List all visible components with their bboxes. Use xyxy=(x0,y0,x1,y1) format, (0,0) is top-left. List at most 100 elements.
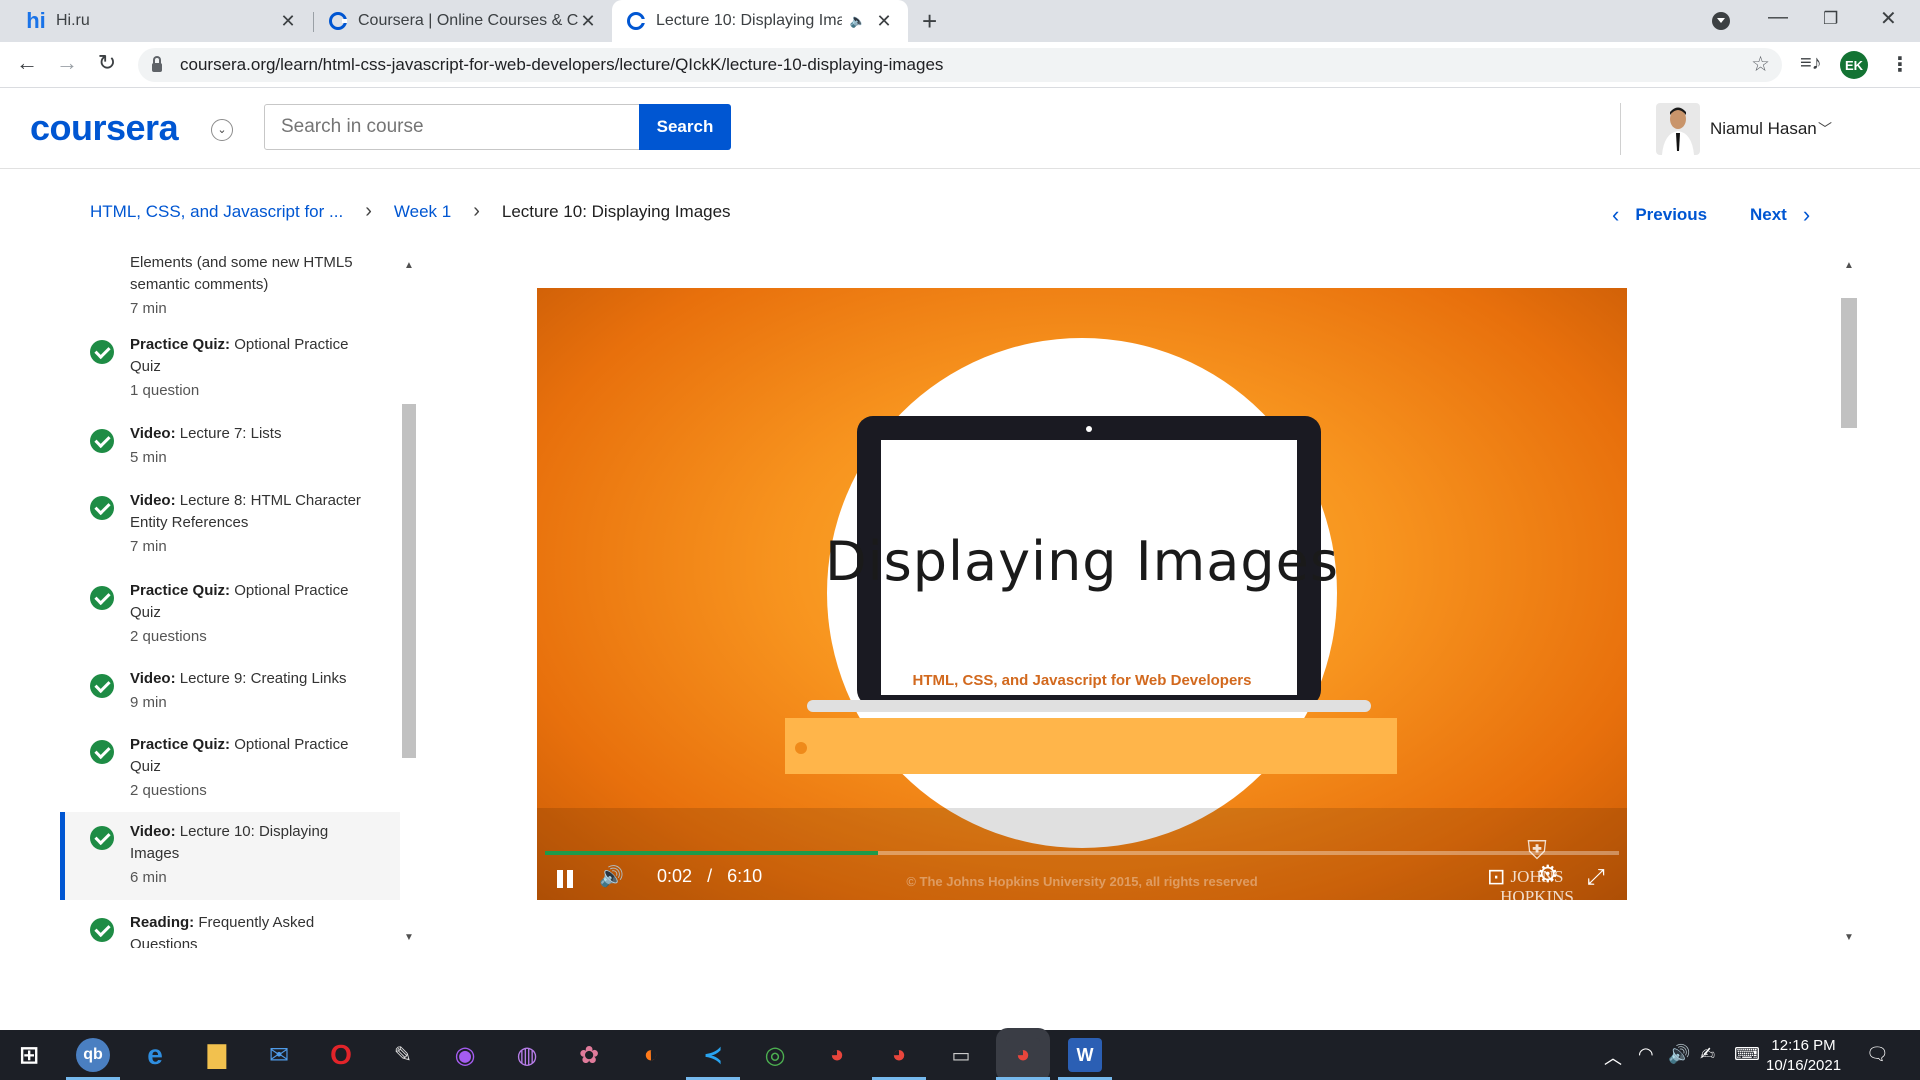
vscode-icon[interactable]: ≺ xyxy=(686,1038,740,1080)
browser-menu-icon[interactable]: ⋮ xyxy=(1890,52,1910,77)
sidebar-scrollbar-thumb[interactable] xyxy=(402,404,416,758)
profile-initials: EK xyxy=(1844,57,1864,73)
chevron-up-icon[interactable]: ︿ xyxy=(1604,1044,1622,1070)
gear-icon[interactable]: ⚙ xyxy=(1537,860,1559,889)
next-button[interactable]: Next › xyxy=(1750,202,1810,228)
terminal-icon[interactable]: ▭ xyxy=(944,1038,978,1072)
tab-search-icon[interactable] xyxy=(1712,12,1730,30)
restore-icon[interactable]: ❐ xyxy=(1823,9,1838,29)
scroll-down-icon[interactable]: ▼ xyxy=(404,932,414,943)
search-button[interactable]: Search xyxy=(639,104,731,150)
scroll-up-icon[interactable]: ▲ xyxy=(1844,260,1854,271)
browser-toolbar: ← → ↻ coursera.org/learn/html-css-javasc… xyxy=(0,42,1920,88)
taskbar-clock[interactable]: 12:16 PM 10/16/2021 xyxy=(1766,1036,1841,1076)
browser-tab-coursera[interactable]: Coursera | Online Courses & Cred ✕ xyxy=(314,0,612,42)
item-kind: Practice Quiz: xyxy=(130,336,231,353)
browser-profile-avatar[interactable]: EK xyxy=(1840,51,1868,79)
opera-icon[interactable]: O xyxy=(324,1038,358,1072)
list-item[interactable]: Reading: Frequently Asked Questions xyxy=(60,912,400,948)
list-item[interactable]: Elements (and some new HTML5 semantic co… xyxy=(60,252,400,317)
check-circle-icon xyxy=(90,496,114,520)
video-progress-bar[interactable] xyxy=(545,851,1619,855)
forward-icon[interactable]: → xyxy=(52,50,82,76)
list-item-text: Video: Lecture 10: Displaying Images 6 m… xyxy=(130,821,370,889)
list-item[interactable]: Video: Lecture 7: Lists 5 min xyxy=(60,423,400,475)
qbittorrent-icon[interactable]: qb xyxy=(66,1038,120,1080)
search-input[interactable] xyxy=(264,104,640,150)
audio-playing-icon[interactable]: 🔈 xyxy=(850,13,866,29)
chrome-profile-icon[interactable]: ◕ xyxy=(872,1038,926,1080)
item-kind: Practice Quiz: xyxy=(130,736,231,753)
chevron-down-icon[interactable]: ⌄ xyxy=(211,119,233,141)
check-circle-icon xyxy=(90,740,114,764)
window-close-icon[interactable]: ✕ xyxy=(1880,6,1897,31)
breadcrumb-week-link[interactable]: Week 1 xyxy=(394,202,451,222)
pause-button[interactable] xyxy=(557,870,573,888)
breadcrumb-course-link[interactable]: HTML, CSS, and Javascript for ... xyxy=(90,202,343,222)
item-meta: 2 questions xyxy=(130,628,207,645)
item-kind: Video: xyxy=(130,670,176,687)
list-item[interactable]: Video: Lecture 9: Creating Links 9 min xyxy=(60,668,400,720)
page-scrollbar-thumb[interactable] xyxy=(1841,298,1857,428)
reload-icon[interactable]: ↻ xyxy=(92,50,122,76)
globe-icon[interactable]: ◎ xyxy=(758,1038,792,1072)
firefox-icon[interactable]: ◐ xyxy=(634,1038,668,1072)
browser-tab-lecture[interactable]: Lecture 10: Displaying Image 🔈 ✕ xyxy=(612,0,908,42)
previous-button[interactable]: ‹ Previous xyxy=(1612,202,1707,228)
item-kind: Video: xyxy=(130,823,176,840)
back-icon[interactable]: ← xyxy=(12,50,42,76)
item-kind: Video: xyxy=(130,425,176,442)
browser-tabstrip: hi Hi.ru ✕ Coursera | Online Courses & C… xyxy=(0,0,1920,42)
captions-icon[interactable]: ⊡ xyxy=(1487,864,1505,890)
fullscreen-icon[interactable]: ⤢ xyxy=(1587,864,1605,890)
coursera-logo[interactable]: coursera xyxy=(30,107,179,149)
speaker-icon[interactable]: 🔊 xyxy=(1668,1044,1690,1065)
notification-icon[interactable]: 🗨 xyxy=(1866,1044,1889,1065)
item-kind: Practice Quiz: xyxy=(130,582,231,599)
list-item[interactable]: Practice Quiz: Optional Practice Quiz 1 … xyxy=(60,334,400,408)
video-player[interactable]: Displaying Images HTML, CSS, and Javascr… xyxy=(537,288,1627,900)
scroll-down-icon[interactable]: ▼ xyxy=(1844,932,1854,943)
edge-icon[interactable]: e xyxy=(138,1038,172,1072)
avatar[interactable] xyxy=(1656,103,1700,155)
user-name[interactable]: Niamul Hasan xyxy=(1710,119,1817,139)
next-label: Next xyxy=(1750,205,1787,224)
minimize-icon[interactable]: — xyxy=(1768,6,1788,29)
lock-icon[interactable] xyxy=(152,56,162,72)
scroll-up-icon[interactable]: ▲ xyxy=(404,260,414,271)
file-explorer-icon[interactable]: ▇ xyxy=(200,1038,234,1072)
item-meta: 1 question xyxy=(130,382,200,399)
list-item[interactable]: Practice Quiz: Optional Practice Quiz 2 … xyxy=(60,734,400,808)
new-tab-icon[interactable]: + xyxy=(922,6,937,37)
close-icon[interactable]: ✕ xyxy=(278,11,298,32)
list-item-active[interactable]: Video: Lecture 10: Displaying Images 6 m… xyxy=(60,812,400,900)
volume-icon[interactable]: 🔊 xyxy=(599,864,624,889)
breadcrumb: HTML, CSS, and Javascript for ... › Week… xyxy=(90,200,731,223)
messenger-icon[interactable]: ◉ xyxy=(448,1038,482,1072)
close-icon[interactable]: ✕ xyxy=(874,11,894,32)
url-text[interactable]: coursera.org/learn/html-css-javascript-f… xyxy=(180,55,943,75)
keyboard-icon[interactable]: ⌨ xyxy=(1734,1044,1760,1065)
pen-icon[interactable]: ✍ xyxy=(1700,1044,1715,1065)
inkscape-icon[interactable]: ✎ xyxy=(386,1038,420,1072)
check-circle-icon xyxy=(90,429,114,453)
check-circle-icon xyxy=(90,918,114,942)
windows-start-icon[interactable]: ⊞ xyxy=(12,1038,46,1072)
item-kind: Reading: xyxy=(130,914,195,931)
address-bar[interactable]: coursera.org/learn/html-css-javascript-f… xyxy=(138,48,1782,82)
chevron-down-icon[interactable]: ﹀ xyxy=(1818,119,1832,139)
list-item[interactable]: Video: Lecture 8: HTML Character Entity … xyxy=(60,490,400,564)
word-icon[interactable]: W xyxy=(1058,1038,1112,1080)
paint-icon[interactable]: ✿ xyxy=(572,1038,606,1072)
github-icon[interactable]: ◍ xyxy=(510,1038,544,1072)
bookmark-star-icon[interactable]: ☆ xyxy=(1751,52,1770,77)
list-item[interactable]: Practice Quiz: Optional Practice Quiz 2 … xyxy=(60,580,400,654)
chrome-active-icon[interactable]: ◕ xyxy=(996,1038,1050,1080)
mail-icon[interactable]: ✉ xyxy=(262,1038,296,1072)
wifi-icon[interactable]: ◠ xyxy=(1638,1044,1654,1065)
close-icon[interactable]: ✕ xyxy=(578,11,598,32)
chrome-icon[interactable]: ◕ xyxy=(820,1038,854,1072)
site-header: coursera ⌄ Search Niamul Hasan ﹀ xyxy=(0,89,1920,169)
browser-tab-hi[interactable]: hi Hi.ru ✕ xyxy=(12,0,312,42)
media-queue-icon[interactable]: ≡♪ xyxy=(1800,52,1822,75)
